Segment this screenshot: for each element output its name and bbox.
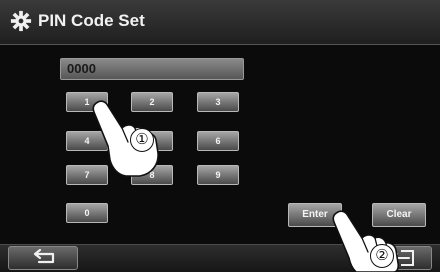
screen: PIN Code Set 0000 1 2 3 4 5 6 7 8 9 0 En… <box>0 0 440 272</box>
key-1-button[interactable]: 1 <box>66 92 108 112</box>
title-bar: PIN Code Set <box>0 0 440 45</box>
step-2-label: ② <box>370 244 394 268</box>
clear-button[interactable]: Clear <box>372 203 426 227</box>
key-4-button[interactable]: 4 <box>66 131 108 151</box>
gear-icon <box>10 10 32 32</box>
back-arrow-icon <box>33 248 55 264</box>
key-2-button[interactable]: 2 <box>131 92 173 112</box>
key-0-button[interactable]: 0 <box>66 203 108 223</box>
enter-button[interactable]: Enter <box>288 203 342 227</box>
pin-display-value: 0000 <box>67 61 96 76</box>
key-9-button[interactable]: 9 <box>197 165 239 185</box>
pin-display-field: 0000 <box>60 58 244 80</box>
key-8-button[interactable]: 8 <box>131 165 173 185</box>
back-button[interactable] <box>8 246 78 270</box>
key-7-button[interactable]: 7 <box>66 165 108 185</box>
key-6-button[interactable]: 6 <box>197 131 239 151</box>
page-title: PIN Code Set <box>38 11 145 30</box>
key-3-button[interactable]: 3 <box>197 92 239 112</box>
step-1-label: ① <box>130 128 154 152</box>
